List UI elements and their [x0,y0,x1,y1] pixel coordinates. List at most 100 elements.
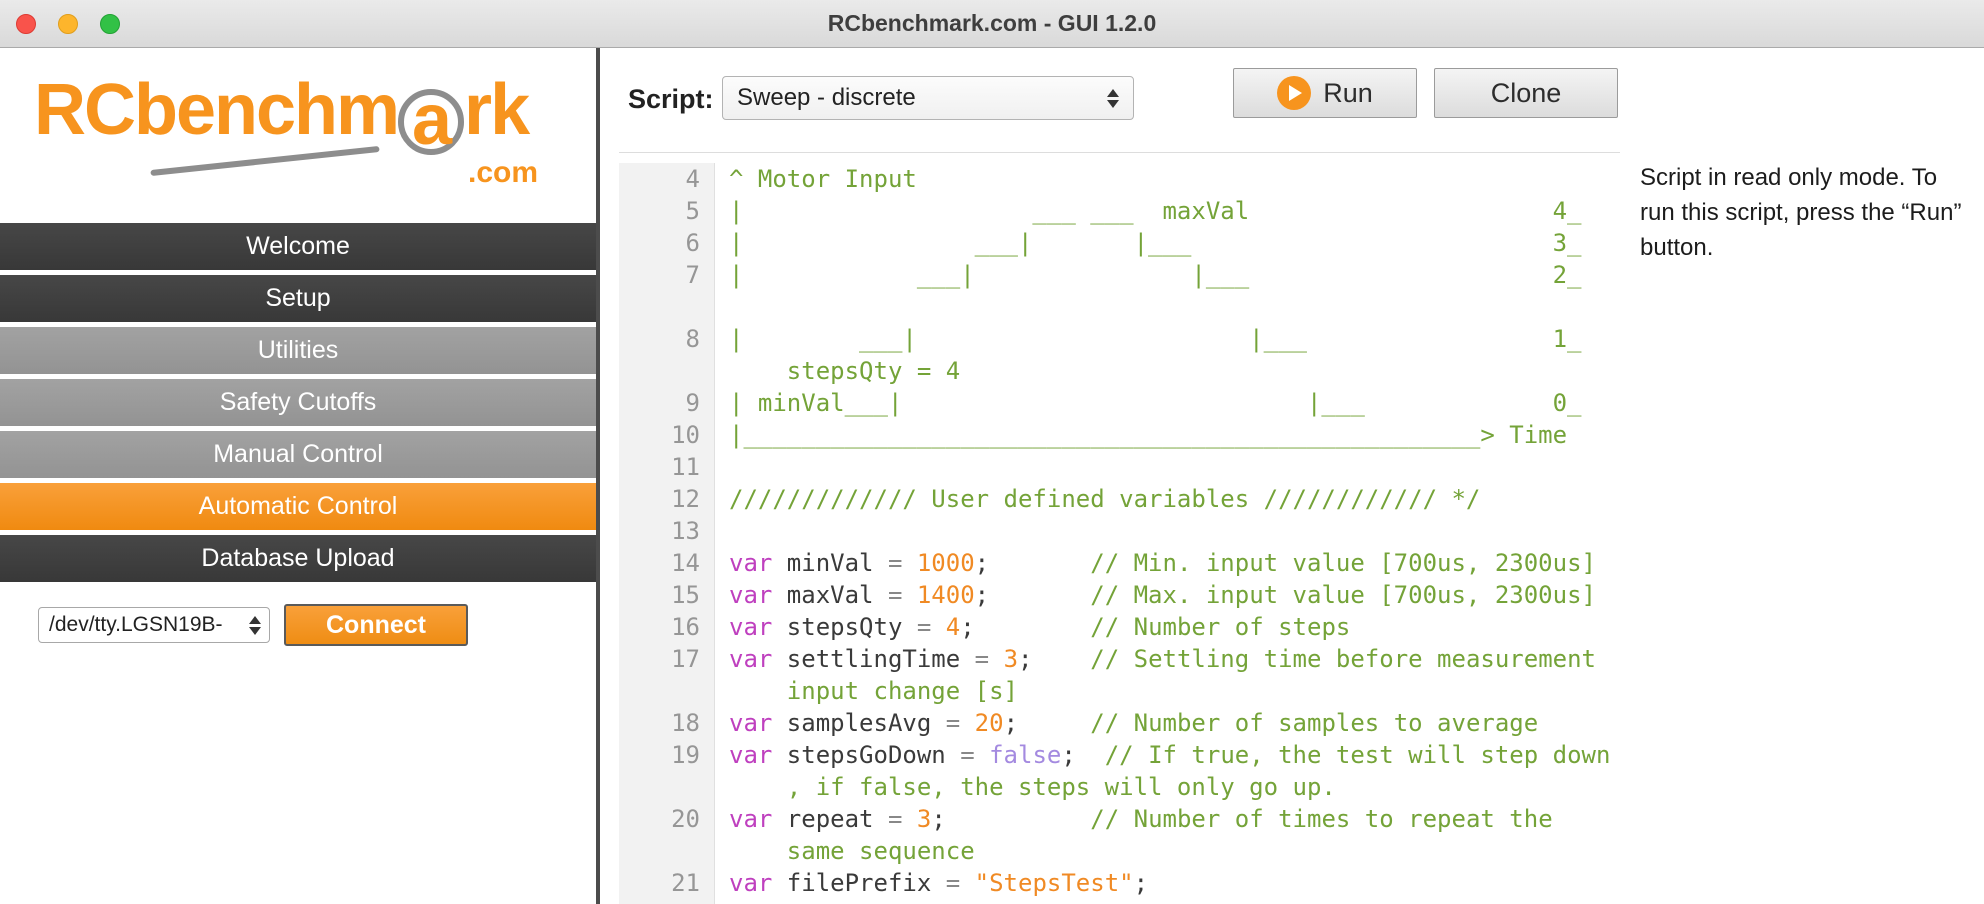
titlebar: RCbenchmark.com - GUI 1.2.0 [0,0,1984,48]
line-number: 21 [619,867,715,899]
code-line: 8| ___| |___ 1_ [619,323,1620,355]
code-text: | ___ ___ maxVal 4_ [715,195,1582,227]
logo-text: RCbenchmark [34,74,596,155]
device-select-value: /dev/tty.LGSN19B- [49,613,223,637]
code-text: | ___| |___ 1_ [715,323,1582,355]
sidebar-menu: Welcome Setup Utilities Safety Cutoffs Manua… [0,219,596,582]
line-number: 10 [619,419,715,451]
sidebar-item-welcome[interactable]: Welcome [0,223,596,270]
minimize-button[interactable] [58,14,78,34]
code-line: , if false, the steps will only go up. [619,771,1620,803]
code-line: 14var minVal = 1000; // Min. input value… [619,547,1620,579]
sidebar-item-safety-cutoffs[interactable]: Safety Cutoffs [0,379,596,426]
code-line: 16var stepsQty = 4; // Number of steps [619,611,1620,643]
code-text: var minVal = 1000; // Min. input value [… [715,547,1596,579]
code-text: var samplesAvg = 20; // Number of sample… [715,707,1538,739]
line-number: 8 [619,323,715,355]
select-arrows-icon [249,616,261,635]
script-select-value: Sweep - discrete [737,84,916,112]
line-number: 12 [619,483,715,515]
code-text [715,451,729,483]
sidebar-item-utilities[interactable]: Utilities [0,327,596,374]
code-line [619,291,1620,323]
line-number: 11 [619,451,715,483]
code-line: 7| ___| |___ 2_ [619,259,1620,291]
line-number: 5 [619,195,715,227]
line-number: 20 [619,803,715,835]
code-line: input change [s] [619,675,1620,707]
sidebar-divider [596,48,600,904]
code-line: 6| ___| |___ 3_ [619,227,1620,259]
logo-tld: .com [468,156,538,190]
sidebar-item-manual-control[interactable]: Manual Control [0,431,596,478]
code-text: var filePrefix = "StepsTest"; [715,867,1148,899]
code-line: 10|_____________________________________… [619,419,1620,451]
sidebar: RCbenchmark .com Welcome Setup Utilities Sa… [0,48,596,904]
code-text: var stepsQty = 4; // Number of steps [715,611,1350,643]
code-text: input change [s] [715,675,1018,707]
code-text: same sequence [715,835,975,867]
line-number: 4 [619,163,715,195]
logo-text-pre: RCbenchm [34,70,398,150]
code-line: 15var maxVal = 1400; // Max. input value… [619,579,1620,611]
line-number: 18 [619,707,715,739]
code-text: var settlingTime = 3; // Settling time b… [715,643,1596,675]
line-number: 16 [619,611,715,643]
line-number: 6 [619,227,715,259]
script-select[interactable]: Sweep - discrete [722,76,1134,120]
code-text: var stepsGoDown = false; // If true, the… [715,739,1610,771]
code-text: , if false, the steps will only go up. [715,771,1336,803]
play-icon [1277,76,1311,110]
code-text: var maxVal = 1400; // Max. input value [… [715,579,1596,611]
code-line: 19var stepsGoDown = false; // If true, t… [619,739,1620,771]
sidebar-item-database-upload[interactable]: Database Upload [0,535,596,582]
clone-button[interactable]: Clone [1434,68,1618,118]
code-text [715,515,729,547]
line-number: 14 [619,547,715,579]
code-text: ^ Motor Input [715,163,917,195]
line-number: 17 [619,643,715,675]
code-text: |_______________________________________… [715,419,1567,451]
close-button[interactable] [16,14,36,34]
logo-text-post: rk [464,70,528,150]
line-number [619,291,715,323]
code-line: 4^ Motor Input [619,163,1620,195]
code-text [715,291,729,323]
script-label: Script: [628,84,714,115]
code-line: 18var samplesAvg = 20; // Number of samp… [619,707,1620,739]
device-select[interactable]: /dev/tty.LGSN19B- [38,607,270,643]
connect-button[interactable]: Connect [284,604,468,646]
code-editor[interactable]: 4^ Motor Input5| ___ ___ maxVal 4_6| ___… [619,152,1620,904]
line-number: 7 [619,259,715,291]
editor-filler [619,899,1620,904]
sidebar-item-setup[interactable]: Setup [0,275,596,322]
run-button[interactable]: Run [1233,68,1417,118]
line-number: 15 [619,579,715,611]
window-controls [16,14,120,34]
line-number: 9 [619,387,715,419]
code-text: ///////////// User defined variables ///… [715,483,1480,515]
sidebar-item-automatic-control[interactable]: Automatic Control [0,483,596,530]
zoom-button[interactable] [100,14,120,34]
code-line: 5| ___ ___ maxVal 4_ [619,195,1620,227]
code-line: 11 [619,451,1620,483]
readonly-notice: Script in read only mode. To run this sc… [1640,160,1976,265]
line-number [619,835,715,867]
code-text: var repeat = 3; // Number of times to re… [715,803,1553,835]
line-number [619,355,715,387]
line-number: 13 [619,515,715,547]
window-title: RCbenchmark.com - GUI 1.2.0 [828,10,1157,37]
run-button-label: Run [1323,78,1373,109]
code-text: | ___| |___ 3_ [715,227,1582,259]
code-line: 9| minVal___| |___ 0_ [619,387,1620,419]
code-line: 20var repeat = 3; // Number of times to … [619,803,1620,835]
logo: RCbenchmark .com [0,48,596,219]
code-text: | minVal___| |___ 0_ [715,387,1582,419]
code-line: 17var settlingTime = 3; // Settling time… [619,643,1620,675]
code-line: 13 [619,515,1620,547]
code-text: stepsQty = 4 [715,355,960,387]
app-window: RCbenchmark.com - GUI 1.2.0 RCbenchmark … [0,0,1984,904]
code-line: stepsQty = 4 [619,355,1620,387]
code-line: same sequence [619,835,1620,867]
device-row: /dev/tty.LGSN19B- Connect [0,604,596,646]
